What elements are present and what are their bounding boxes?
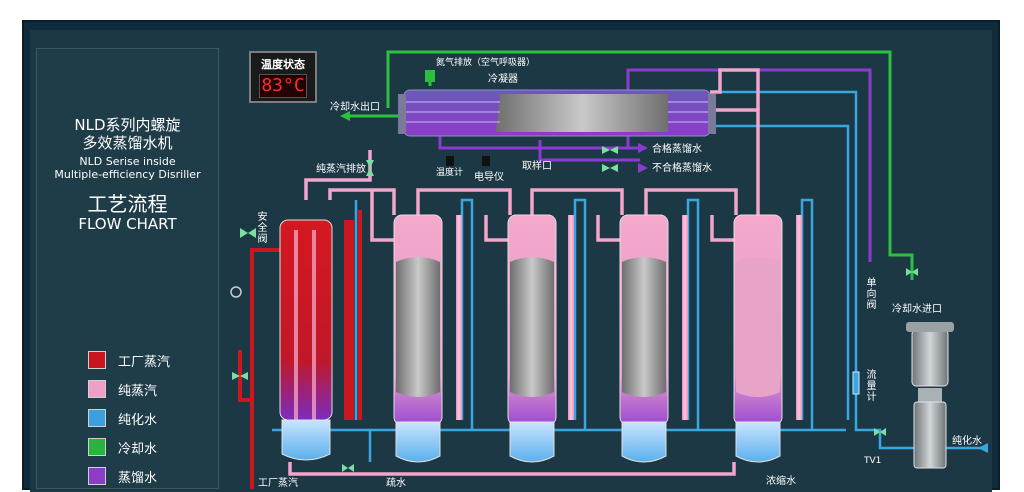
temperature-title: 温度状态 [261,58,305,71]
nitrogen-exhaust-label: 氮气排放（空气呼吸器） [436,58,536,68]
conductivity-icon [482,156,490,166]
column-4 [619,214,688,463]
sampling-port-label: 取样口 [522,161,552,172]
drain-label: 疏水 [386,478,406,489]
flow-chart-title-en: FLOW CHART [78,215,177,233]
thermometer-icon [446,156,454,166]
qualified-arrow [638,143,648,153]
column-1 [279,210,362,461]
nitrogen-valve [425,70,435,82]
flow-meter-icon [852,371,860,395]
column-3 [507,214,574,463]
pump-motor [906,322,954,469]
title-cn-line2: 多效蒸馏水机 [82,134,173,152]
flow-chart-title-cn: 工艺流程 [87,192,168,216]
flow-chart-panel: NLD系列内螺旋 多效蒸馏水机 NLD Serise inside Multip… [0,0,1024,492]
column-5 [733,214,802,463]
factory-steam-label: 工厂蒸汽 [258,478,298,489]
unqualified-arrow [638,163,648,173]
pure-steam-exhaust-label: 纯蒸汽排放 [316,164,366,175]
flow-meter-label: 流量计 [866,370,877,403]
legend-label: 工厂蒸汽 [118,355,171,370]
cooling-water-inlet-label: 冷却水进口 [892,304,942,315]
legend-label: 蒸馏水 [118,471,158,486]
concentrate-label: 浓缩水 [766,476,796,487]
legend-swatch [88,351,106,369]
tv1-label: TV1 [864,456,882,466]
temperature-display: 温度状态 83°C [249,51,317,103]
title-cn-line1: NLD系列内螺旋 [74,116,181,134]
column-2 [393,214,462,463]
unqualified-water-label: 不合格蒸馏水 [652,163,712,174]
check-valve-label: 单向阀 [866,278,877,311]
title-en-line2: Multiple-efficiency Disriller [54,168,201,181]
condenser [398,89,716,137]
thermometer-label: 温度计 [436,168,464,178]
title-en-line1: NLD Serise inside [79,155,176,168]
legend-swatch [88,467,106,485]
legend-swatch [88,409,106,427]
legend-label: 纯化水 [118,413,158,428]
cooling-water-outlet-label: 冷却水出口 [330,102,380,113]
temperature-value: 83°C [259,74,307,98]
legend-label: 冷却水 [118,442,158,457]
safety-valve-label: 安全阀 [257,212,268,245]
factory-steam-pipes [238,248,280,489]
legend-swatch [88,438,106,456]
legend-swatch [88,380,106,398]
condenser-label: 冷凝器 [488,74,518,85]
pressure-gauge-icon [230,286,242,298]
qualified-water-label: 合格蒸馏水 [652,144,702,155]
legend-label: 纯蒸汽 [118,384,158,399]
purified-water-label: 纯化水 [952,436,982,447]
conductivity-meter-label: 电导仪 [474,172,504,183]
